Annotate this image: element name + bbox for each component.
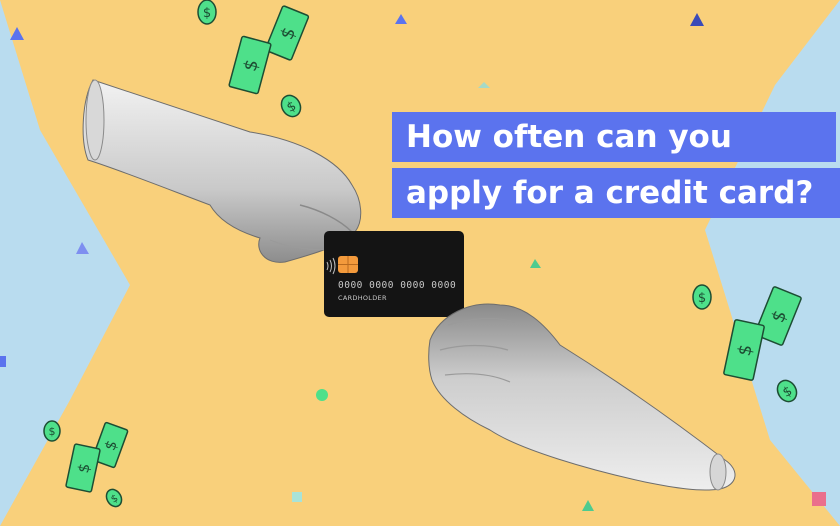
svg-text:$: $ (49, 425, 56, 438)
credit-card: 0000 0000 0000 0000 CARDHOLDER (324, 231, 464, 317)
dollar-coin-icon: $ (197, 0, 217, 25)
triangle-shape (76, 242, 89, 254)
card-number: 0000 0000 0000 0000 (338, 280, 456, 291)
square-shape (292, 492, 302, 502)
headline-line-1: How often can you (392, 112, 836, 162)
dollar-coin-icon: $ (776, 379, 798, 403)
svg-text:$: $ (698, 291, 706, 306)
square-shape (0, 356, 6, 367)
illustration: $ $ $ $ $ $ $ $ $ $ $ $ 0000 0000 0000 0… (0, 0, 840, 526)
square-shape (812, 492, 826, 506)
dollar-coin-icon: $ (43, 420, 61, 442)
circle-shape (316, 389, 328, 401)
card-holder-label: CARDHOLDER (338, 294, 387, 302)
dollar-coin-icon: $ (692, 284, 712, 310)
svg-text:$: $ (203, 6, 211, 21)
headline-line-2: apply for a credit card? (392, 168, 840, 218)
